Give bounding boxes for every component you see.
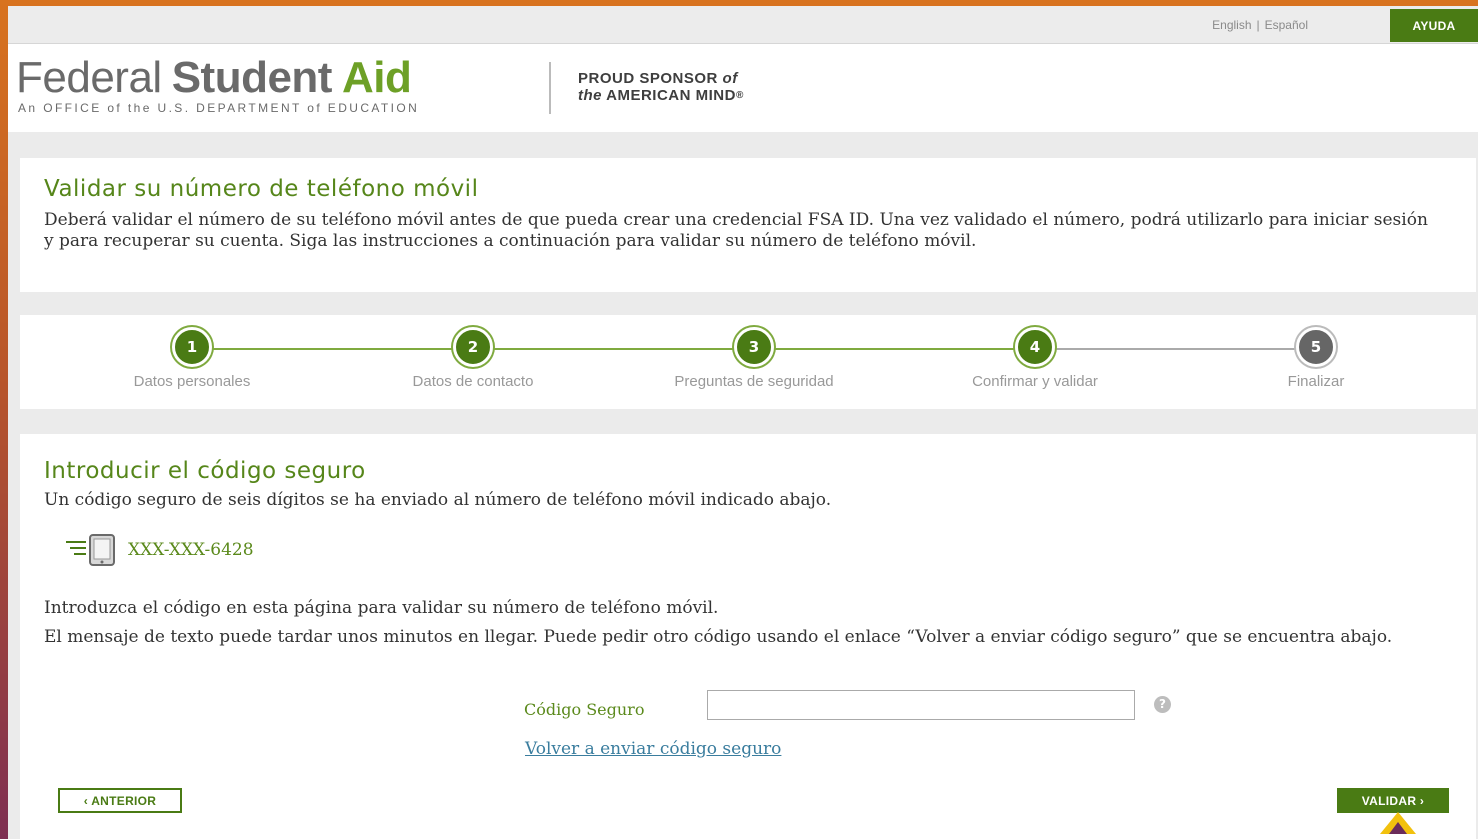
secure-code-input[interactable] (707, 690, 1135, 720)
secure-code-panel: Introducir el código seguro Un código se… (20, 434, 1476, 839)
sponsor-mark: ® (735, 90, 744, 101)
instruction-enter-code: Introduzca el código en esta página para… (44, 598, 719, 618)
logo-divider (549, 62, 551, 114)
resend-code-link[interactable]: Volver a enviar código seguro (525, 739, 781, 759)
progress-steps: 1 Datos personales 2 Datos de contacto 3… (20, 315, 1476, 409)
step-confirmar-validar: 4 Confirmar y validar (925, 327, 1145, 390)
lang-spanish-link[interactable]: Español (1265, 18, 1308, 32)
previous-button[interactable]: ‹ ANTERIOR (58, 788, 182, 813)
step-finalizar: 5 Finalizar (1206, 327, 1426, 390)
lang-separator: | (1256, 18, 1260, 32)
step-number: 1 (172, 327, 212, 367)
logo-word-federal: Federal (16, 53, 162, 102)
step-label: Preguntas de seguridad (674, 373, 834, 390)
page-title: Validar su número de teléfono móvil (44, 176, 479, 202)
lang-english-link[interactable]: English (1212, 18, 1251, 32)
sponsor-line1: PROUD SPONSOR (578, 70, 718, 87)
language-switcher: English | Español (1212, 18, 1308, 32)
info-icon[interactable]: ? (1154, 696, 1171, 713)
step-datos-personales: 1 Datos personales (82, 327, 302, 390)
validate-button[interactable]: VALIDAR › (1337, 788, 1449, 813)
sponsor-the: the (578, 87, 602, 104)
mobile-phone-icon (66, 534, 120, 566)
utility-bar: English | Español AYUDA (8, 6, 1478, 44)
step-number: 2 (453, 327, 493, 367)
site-header: Federal Student Aid An OFFICE of the U.S. … (8, 44, 1478, 132)
logo-subtitle: An OFFICE of the U.S. DEPARTMENT of EDUC… (18, 101, 420, 115)
secure-code-label: Código Seguro (524, 700, 645, 719)
sponsor-line2: AMERICAN MIND (606, 87, 736, 104)
pointer-arrow-inner (1389, 822, 1407, 834)
help-button[interactable]: AYUDA (1390, 9, 1478, 42)
section-title: Introducir el código seguro (44, 458, 366, 484)
logo-word-student: Student (171, 53, 333, 102)
intro-panel: Validar su número de teléfono móvil Debe… (20, 158, 1476, 292)
step-number: 5 (1296, 327, 1336, 367)
page-frame: English | Español AYUDA Federal Student Aid … (8, 6, 1478, 839)
fsa-logo[interactable]: Federal Student Aid (16, 53, 412, 102)
step-label: Datos de contacto (412, 373, 534, 390)
sponsor-tagline: PROUD SPONSOR of the AMERICAN MIND® (578, 70, 744, 104)
sponsor-of: of (722, 70, 738, 87)
step-label: Finalizar (1287, 373, 1345, 390)
step-label: Datos personales (133, 373, 251, 390)
step-datos-contacto: 2 Datos de contacto (363, 327, 583, 390)
masked-phone-number: XXX-XXX-6428 (128, 540, 254, 560)
section-description: Un código seguro de seis dígitos se ha e… (44, 490, 832, 510)
step-number: 4 (1015, 327, 1055, 367)
logo-word-aid: Aid (341, 53, 412, 102)
step-preguntas-seguridad: 3 Preguntas de seguridad (644, 327, 864, 390)
instruction-delay: El mensaje de texto puede tardar unos mi… (44, 627, 1393, 647)
intro-text: Deberá validar el número de su teléfono … (44, 210, 1428, 251)
step-label: Confirmar y validar (972, 373, 1098, 390)
progress-line-complete (192, 348, 1035, 350)
step-number: 3 (734, 327, 774, 367)
